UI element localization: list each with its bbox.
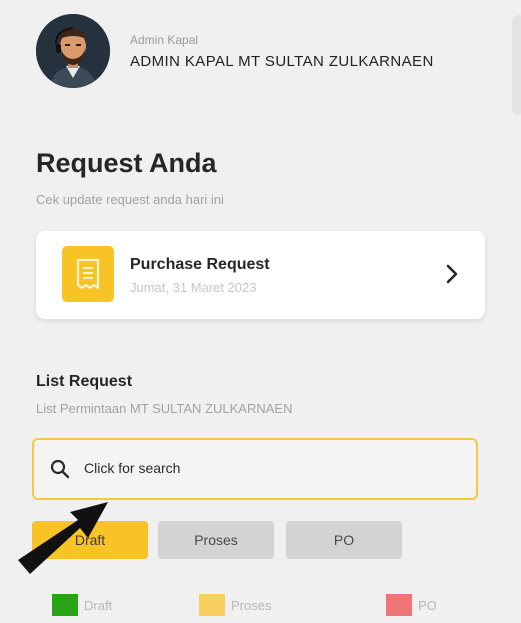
page-title: Request Anda (36, 148, 217, 178)
user-name: ADMIN KAPAL MT SULTAN ZULKARNAEN (130, 53, 434, 70)
scrollbar[interactable] (512, 15, 521, 115)
card-title: Purchase Request (130, 256, 270, 273)
search-input[interactable]: Click for search (32, 438, 478, 500)
chevron-right-icon[interactable] (444, 263, 460, 290)
user-role: Admin Kapal (130, 33, 199, 47)
page-subtitle: Cek update request anda hari ini (36, 192, 224, 207)
legend-swatch-proses (199, 594, 225, 616)
tab-proses[interactable]: Proses (158, 521, 274, 559)
tab-po[interactable]: PO (286, 521, 402, 559)
legend-swatch-draft (52, 594, 78, 616)
avatar-illustration (36, 14, 110, 88)
search-placeholder: Click for search (84, 460, 181, 476)
legend-label-po: PO (418, 598, 437, 613)
avatar (36, 14, 110, 88)
pointer-arrow-icon (14, 498, 114, 583)
legend-swatch-po (386, 594, 412, 616)
list-subtitle: List Permintaan MT SULTAN ZULKARNAEN (36, 401, 293, 416)
card-date: Jumat, 31 Maret 2023 (130, 280, 257, 295)
search-icon (50, 459, 70, 484)
purchase-request-card[interactable]: Purchase Request Jumat, 31 Maret 2023 (36, 231, 485, 319)
list-title: List Request (36, 373, 133, 390)
receipt-icon (62, 246, 114, 302)
legend-label-draft: Draft (84, 598, 113, 613)
legend-label-proses: Proses (231, 598, 272, 613)
